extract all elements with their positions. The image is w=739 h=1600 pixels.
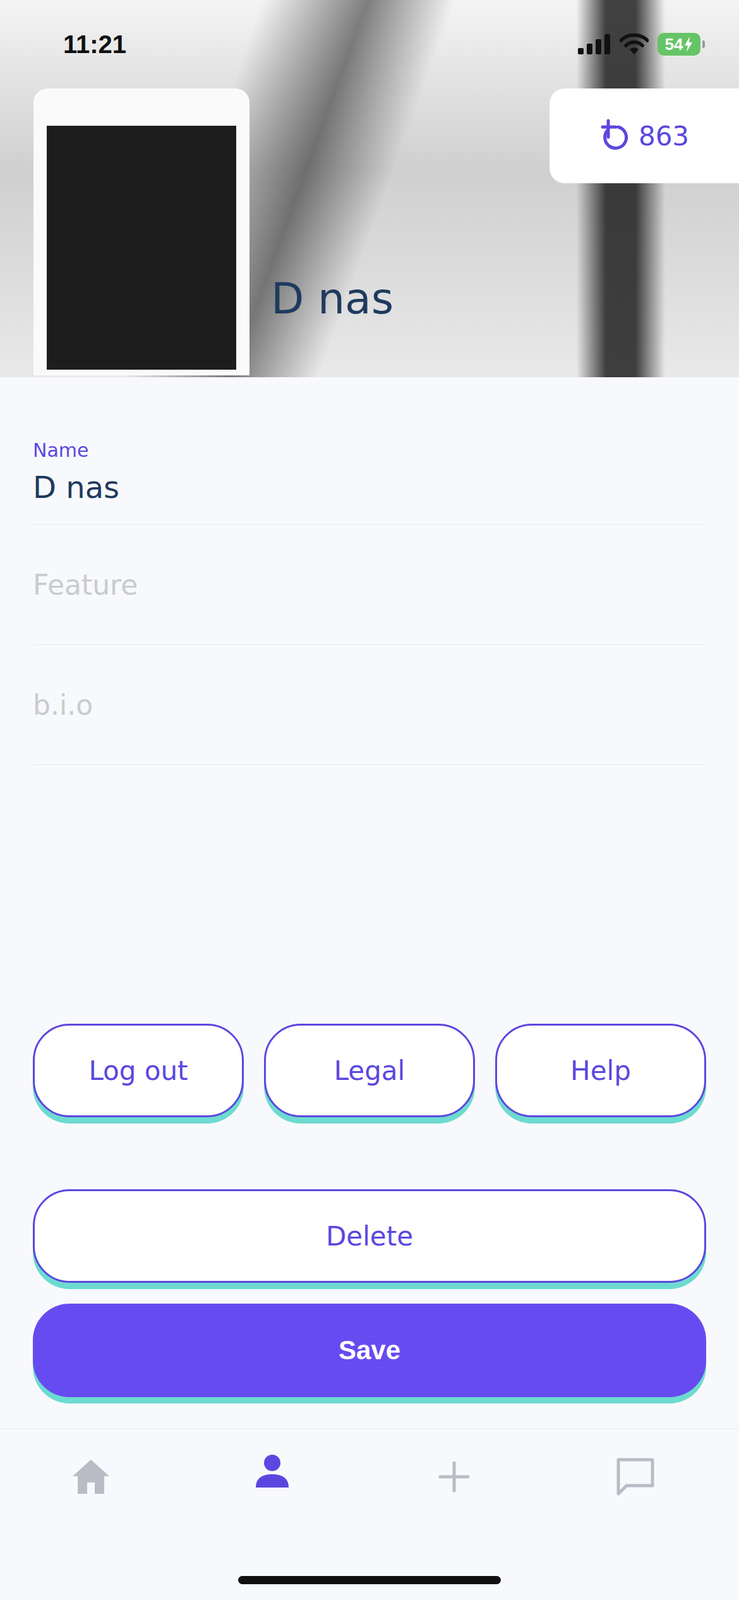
home-icon — [71, 1457, 111, 1495]
chat-icon — [615, 1455, 656, 1497]
status-icons: 54 — [577, 32, 705, 56]
form-field: Name — [32, 421, 707, 525]
bolt-icon — [684, 36, 693, 52]
home-indicator — [238, 1575, 501, 1584]
tab-item[interactable] — [71, 1457, 111, 1495]
profile-header: 11:21 54 D nas 863 — [0, 0, 739, 378]
field-input[interactable] — [32, 466, 707, 508]
save-button[interactable]: Save — [32, 1303, 707, 1397]
battery-cap — [702, 40, 705, 49]
display-name: D nas — [270, 273, 394, 324]
action-button[interactable]: Legal — [264, 1023, 475, 1117]
button-area: Log outLegalHelp Delete Save — [32, 1023, 707, 1397]
form-field — [32, 644, 707, 765]
profile-form: Name Log outLegalHelp Delete Save — [0, 377, 739, 1428]
coin-badge[interactable]: 863 — [549, 88, 739, 184]
action-button[interactable]: Help — [495, 1023, 707, 1117]
avatar-photo[interactable] — [33, 88, 250, 376]
coin-count: 863 — [638, 120, 690, 152]
plus-icon — [438, 1460, 470, 1492]
field-label: Name — [32, 437, 707, 463]
profile-screen: 11:21 54 D nas 863 Name Log outLegalHelp Delet… — [0, 0, 739, 1600]
battery-indicator: 54 — [657, 32, 705, 56]
field-input[interactable] — [32, 684, 707, 724]
field-input[interactable] — [32, 564, 707, 604]
spacer — [32, 764, 707, 1024]
tab-item[interactable] — [254, 1452, 290, 1489]
person-icon — [254, 1452, 290, 1489]
action-row: Log outLegalHelp — [32, 1023, 707, 1117]
battery-body: 54 — [657, 32, 701, 56]
tab-item[interactable] — [615, 1455, 656, 1497]
action-button[interactable]: Log out — [32, 1023, 244, 1117]
status-bar: 11:21 54 — [0, 0, 739, 89]
wifi-icon — [619, 33, 649, 55]
form-fields: Name — [32, 421, 707, 765]
coin-icon — [599, 118, 633, 154]
tab-bar — [0, 1427, 739, 1600]
tab-row — [0, 1428, 739, 1524]
status-time: 11:21 — [63, 30, 127, 59]
tab-item[interactable] — [438, 1460, 470, 1492]
signal-icon — [577, 34, 611, 55]
form-field — [32, 524, 707, 645]
battery-level: 54 — [665, 34, 684, 55]
delete-button[interactable]: Delete — [32, 1188, 707, 1283]
